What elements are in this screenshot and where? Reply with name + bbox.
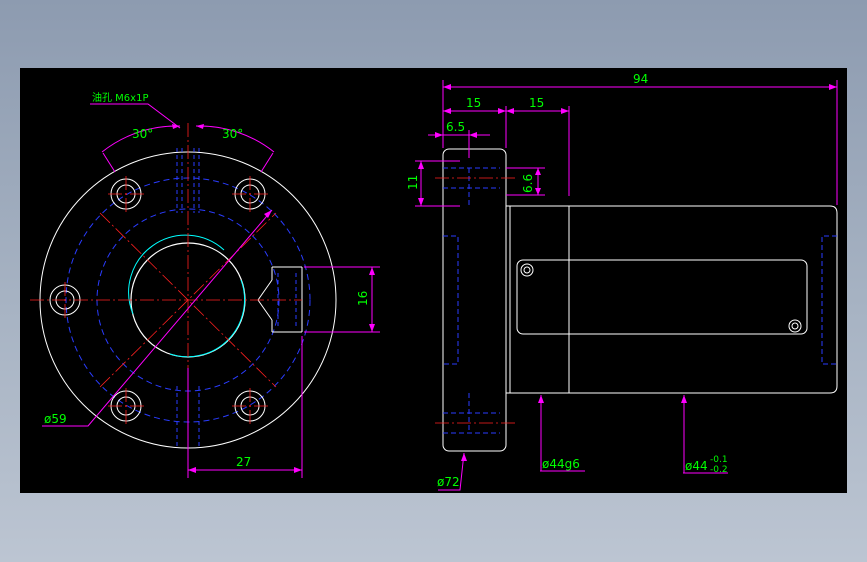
bore-offset-label: 27 [236,455,251,469]
overall-length-label: 94 [633,72,648,86]
side-dimensions [415,80,838,491]
flange-diameter-label: ø72 [437,475,460,489]
angle-left-label: 30° [132,127,153,141]
body-diameter-label: ø44 [685,459,708,473]
keyway-slot [516,259,808,335]
flange-thickness-label: 15 [466,96,481,110]
angle-right-label: 30° [222,127,243,141]
flange-outline [442,148,507,452]
body-outline [510,205,838,394]
slot-screw-left [520,263,534,277]
body-tolerance-lower: -0.2 [710,465,728,475]
oil-hole-note: 油孔 M6x1P [92,91,148,104]
pilot-diameter-label: ø44g6 [542,457,580,471]
front-view: 油孔 M6x1P 30° 30° ø59 27 16 [30,91,380,478]
front-dimensions [42,103,380,478]
second-offset-label: 15 [529,96,544,110]
counterbore-diameter-label: 6.6 [521,174,535,193]
bolt-circle-label: ø59 [44,412,67,426]
body-tolerance-upper: -0.1 [710,455,728,465]
side-centerlines [435,177,515,424]
port-height-label: 16 [356,291,370,306]
cad-drawing-viewport[interactable]: 油孔 M6x1P 30° 30° ø59 27 16 94 15 15 6.5 … [20,68,847,493]
slot-screw-right [788,319,802,333]
side-port [257,266,303,333]
side-view: 94 15 15 6.5 11 6.6 ø72 ø44g6 ø44 -0.1 -… [406,72,838,491]
counterbore-depth-label: 11 [406,175,420,190]
drawing-canvas[interactable]: 油孔 M6x1P 30° 30° ø59 27 16 94 15 15 6.5 … [20,68,847,493]
recess-width-label: 6.5 [446,120,465,134]
